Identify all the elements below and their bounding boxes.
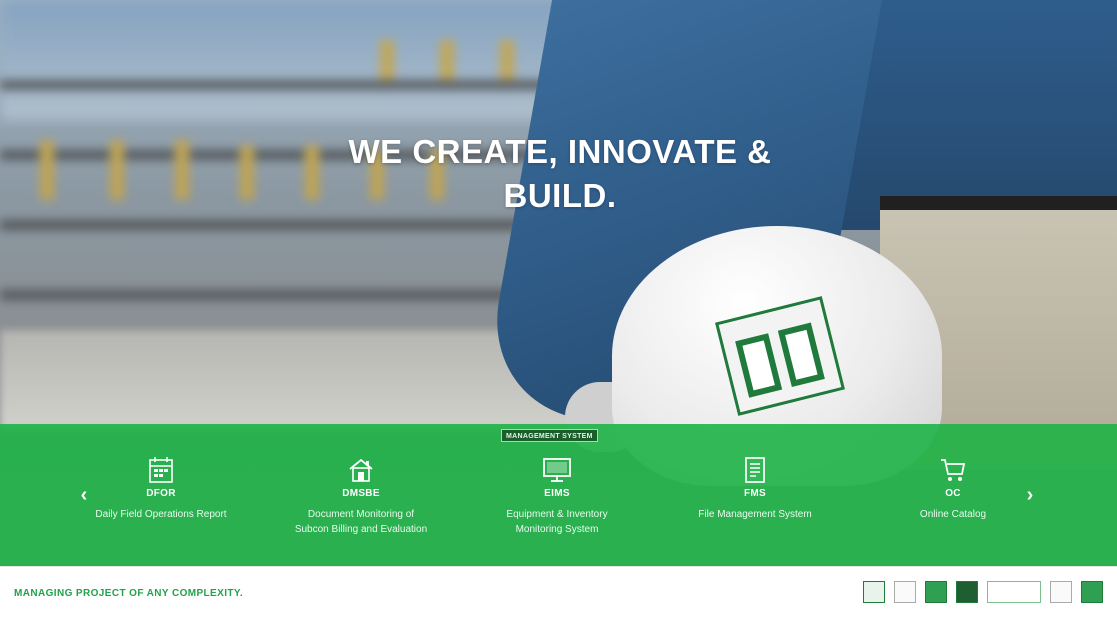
system-code: DMSBE <box>342 488 380 499</box>
company-logo-7[interactable] <box>1081 581 1103 603</box>
description-line-1: Document Monitoring of <box>307 509 415 520</box>
description-line-1: Equipment & Inventory <box>506 509 608 520</box>
system-code: DFOR <box>146 488 176 499</box>
system-item-fms[interactable]: FMS File Management System <box>660 456 850 522</box>
system-description: Equipment & Inventory Monitoring System <box>462 507 652 537</box>
system-item-dfor[interactable]: DFOR Daily Field Operations Report <box>66 456 256 522</box>
description-line-1: File Management System <box>698 509 812 520</box>
system-code: EIMS <box>544 488 570 499</box>
headline-line-2: BUILD. <box>503 177 617 214</box>
headline-line-1: WE CREATE, INNOVATE & <box>348 133 772 170</box>
company-logo-4[interactable] <box>956 581 978 603</box>
page: WE CREATE, INNOVATE & BUILD. MANAGEMENT … <box>0 0 1117 618</box>
description-line-2: Monitoring System <box>515 524 599 535</box>
company-logo-2[interactable] <box>894 581 916 603</box>
hero-headline: WE CREATE, INNOVATE & BUILD. <box>300 130 820 218</box>
company-logo-3[interactable] <box>925 581 947 603</box>
management-system-badge: MANAGEMENT SYSTEM <box>501 429 598 442</box>
system-item-oc[interactable]: OC Online Catalog <box>858 456 1048 522</box>
house-icon <box>349 458 373 482</box>
system-description: Online Catalog <box>858 507 1048 522</box>
system-description: File Management System <box>660 507 850 522</box>
footer-bar: MANAGING PROJECT OF ANY COMPLEXITY. <box>0 566 1117 618</box>
system-item-dmsbe[interactable]: DMSBE Document Monitoring of Subcon Bill… <box>266 456 456 537</box>
company-logo-1[interactable] <box>863 581 885 603</box>
description-line-1: Daily Field Operations Report <box>95 509 227 520</box>
system-code: FMS <box>743 488 766 499</box>
system-code: OC <box>945 488 961 499</box>
company-logo-5[interactable] <box>987 581 1041 603</box>
description-line-2: Subcon Billing and Evaluation <box>294 524 428 535</box>
description-line-1: Online Catalog <box>919 509 987 520</box>
system-description: Daily Field Operations Report <box>66 507 256 522</box>
system-description: Document Monitoring of Subcon Billing an… <box>266 507 456 537</box>
partner-logos <box>863 581 1103 603</box>
monitor-icon <box>543 458 571 482</box>
company-logo-6[interactable] <box>1050 581 1072 603</box>
calendar-icon <box>149 457 173 483</box>
footer-tagline: MANAGING PROJECT OF ANY COMPLEXITY. <box>14 588 244 599</box>
system-item-eims[interactable]: EIMS Equipment & Inventory Monitoring Sy… <box>462 456 652 537</box>
cart-icon <box>941 459 966 481</box>
document-icon <box>745 457 765 483</box>
